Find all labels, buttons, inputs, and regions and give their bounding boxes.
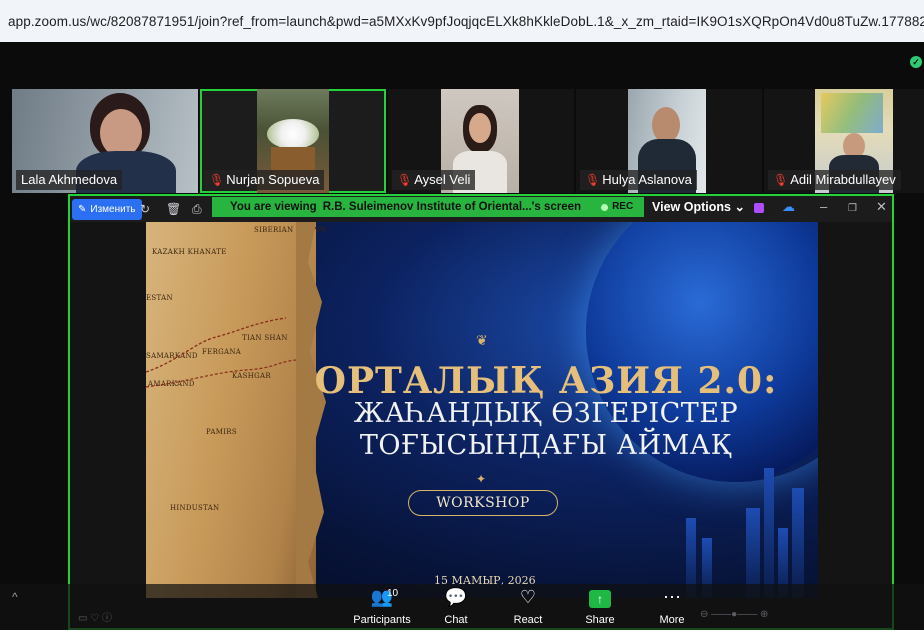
delete-icon[interactable]: 🗑 [166, 199, 181, 219]
participant-tile-nurjan[interactable]: 🎙 Nurjan Sopueva [200, 89, 386, 193]
mic-muted-icon: 🎙 [397, 173, 413, 187]
more-button[interactable]: ⋯ More [637, 586, 707, 626]
participant-name-label: 🎙 Hulya Aslanova [580, 170, 697, 190]
close-icon[interactable]: ✕ [876, 200, 887, 214]
cloud-icon: ☁ [782, 199, 795, 214]
recording-indicator: REC [601, 197, 633, 217]
slide-title-line-3: ТОҒЫСЫНДАҒЫ АЙМАҚ [359, 430, 733, 461]
status-icon: ▭ ♡ ⓘ [78, 613, 112, 624]
skyline-building [792, 488, 804, 598]
encryption-shield-icon: ✓ [910, 56, 922, 68]
edit-icon: ✎ [78, 204, 87, 215]
participant-name-label: 🎙 Adil Mirabdullayev [768, 170, 901, 190]
presentation-slide: SIBERIAN STEPPE KAZAKH KHANATE ESTAN FER… [146, 222, 818, 598]
edit-annotate-button[interactable]: ✎ Изменить [72, 199, 142, 220]
slide-title-line-2: ЖАҺАНДЫҚ ӨЗГЕРІСТЕР [353, 398, 739, 429]
zoom-web-client: app.zoom.us/wc/82087871951/join?ref_from… [0, 0, 924, 630]
participant-name-label: 🎙 Nurjan Sopueva [204, 170, 325, 190]
view-options-dropdown[interactable]: View Options ⌄ [652, 198, 745, 216]
participants-icon: 👥 [370, 587, 394, 607]
slide-title-line-1: ОРТАЛЫҚ АЗИЯ 2.0: [314, 360, 778, 402]
participant-count: 10 [387, 588, 399, 599]
viewing-banner: You are viewing R.B. Suleimenov Institut… [212, 197, 644, 217]
chat-icon: 💬 [444, 587, 468, 607]
participant-tile-adil[interactable]: 🎙 Adil Mirabdullayev [764, 89, 924, 193]
ornament-icon: ✦ [476, 472, 487, 486]
mic-muted-icon: 🎙 [209, 173, 225, 187]
save-icon[interactable]: ⎙ [192, 199, 202, 219]
ornament-icon: ❦ [476, 332, 488, 348]
skyline-building [764, 468, 774, 598]
browser-address-bar[interactable]: app.zoom.us/wc/82087871951/join?ref_from… [0, 0, 924, 42]
mic-muted-icon: 🎙 [773, 173, 789, 187]
restore-icon[interactable]: ❐ [848, 202, 857, 216]
workshop-pill: WORKSHOP [408, 490, 558, 516]
minimize-icon[interactable]: – [820, 200, 827, 214]
participant-tile-hulya[interactable]: 🎙 Hulya Aslanova [576, 89, 762, 193]
zoom-slider[interactable]: ⊖ ——●—— ⊕ [700, 609, 768, 620]
heart-icon: ♡ [519, 587, 537, 607]
share-button[interactable]: ↑ Share [565, 586, 635, 626]
participant-name-label: Lala Akhmedova [16, 170, 123, 190]
url-text[interactable]: app.zoom.us/wc/82087871951/join?ref_from… [8, 14, 924, 29]
more-dots-icon: ⋯ [663, 587, 681, 607]
react-button[interactable]: ♡ React [493, 586, 563, 626]
share-arrow-icon: ↑ [589, 590, 611, 608]
app-icon [754, 203, 764, 213]
rec-dot-icon [601, 203, 609, 211]
chevron-up-icon[interactable]: ^ [12, 590, 18, 604]
participant-tile-lala[interactable]: Lala Akhmedova [12, 89, 198, 193]
chat-button[interactable]: 💬 Chat [421, 586, 491, 626]
participant-tile-aysel[interactable]: 🎙 Aysel Veli [388, 89, 574, 193]
participants-button[interactable]: 👥 10 Participants [347, 586, 417, 626]
mic-muted-icon: 🎙 [585, 173, 601, 187]
participant-name-label: 🎙 Aysel Veli [392, 170, 476, 190]
chevron-down-icon: ⌄ [734, 200, 745, 214]
redo-icon[interactable]: ↻ [140, 199, 150, 219]
